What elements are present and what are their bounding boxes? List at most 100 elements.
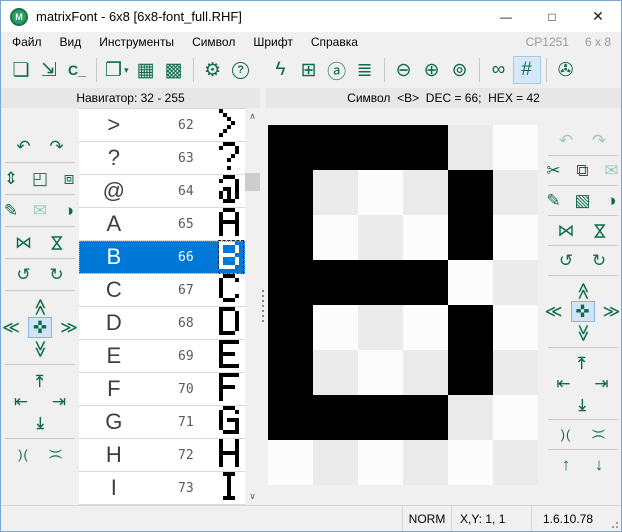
left-shift-down-button[interactable]: ≫ — [28, 338, 52, 359]
help-button[interactable]: ? — [227, 56, 255, 84]
right-sidebar: ↶ ↷ ✂ ⧉ ✉ ✎ ▧ ◑ ⋈ ⋈ ↺ ↻ — [544, 108, 621, 505]
menu-file[interactable]: Файл — [3, 35, 51, 49]
right-shift-up-button[interactable]: ≪ — [571, 280, 595, 301]
align-right-icon: ⇥ — [52, 392, 66, 412]
char-list-item[interactable]: F 70 — [79, 373, 245, 406]
right-shift-down-button[interactable]: ≫ — [571, 322, 595, 343]
left-invert-button[interactable]: ◑ — [57, 200, 81, 221]
scroll-down-icon[interactable]: ∨ — [245, 489, 260, 504]
char-height-button[interactable]: ⇕ — [0, 168, 23, 189]
status-bar: NORM X,Y: 1, 1 1.6.10.78 — [1, 505, 621, 531]
import-font-button[interactable]: ⇲ — [35, 56, 63, 84]
generate-button[interactable]: ϟ — [267, 56, 295, 84]
copy-button[interactable]: ⧉ — [571, 160, 595, 181]
left-flip-h-button[interactable]: ⋈ — [12, 232, 36, 253]
right-flip-h-button[interactable]: ⋈ — [554, 220, 578, 241]
char-list-item[interactable]: @ 64 — [79, 175, 245, 208]
right-squeeze-v-button[interactable]: )( — [587, 424, 611, 445]
left-align-right-button[interactable]: ⇥ — [47, 391, 71, 412]
open-font-button[interactable]: ❐▾ — [102, 56, 132, 84]
left-shift-up-button[interactable]: ≪ — [28, 296, 52, 317]
crop-button[interactable]: ◰ — [28, 168, 52, 189]
char-list-item[interactable]: C 67 — [79, 274, 245, 307]
right-align-left-button[interactable]: ⇤ — [552, 373, 576, 394]
char-map-button[interactable]: ⊞ — [295, 56, 323, 84]
left-align-left-button[interactable]: ⇤ — [9, 391, 33, 412]
new-from-code-button[interactable]: C_ — [63, 56, 91, 84]
next-char-button[interactable]: ↓ — [587, 454, 611, 475]
find-button[interactable]: ∞ — [485, 56, 513, 84]
right-redo-button[interactable]: ↷ — [587, 130, 611, 151]
preview-text-button[interactable]: ⓐ — [323, 56, 351, 84]
prev-char-button[interactable]: ↑ — [554, 454, 578, 475]
zoom-in-button[interactable]: ⊕ — [418, 56, 446, 84]
right-rotate-cw-button[interactable]: ↻ — [587, 250, 611, 271]
char-list-item[interactable]: A 65 — [79, 208, 245, 241]
right-shift-left-button[interactable]: ≪ — [542, 301, 566, 322]
right-paste-button[interactable]: ✉ — [600, 160, 622, 181]
char-list-item[interactable]: I 73 — [79, 472, 245, 505]
scroll-up-icon[interactable]: ∧ — [245, 109, 260, 124]
cut-button[interactable]: ✂ — [542, 160, 566, 181]
left-squeeze-v-button[interactable]: )( — [45, 444, 69, 465]
right-rotate-ccw-button[interactable]: ↺ — [554, 250, 578, 271]
menu-help[interactable]: Справка — [302, 35, 367, 49]
char-list-item[interactable]: ? 63 — [79, 142, 245, 175]
grid-toggle-button[interactable]: # — [513, 56, 541, 84]
new-font-button[interactable]: ❏ — [7, 56, 35, 84]
maximize-button[interactable]: □ — [529, 1, 575, 32]
right-align-right-button[interactable]: ⇥ — [590, 373, 614, 394]
left-rotate-ccw-button[interactable]: ↺ — [12, 264, 36, 285]
left-squeeze-h-button[interactable]: )( — [12, 444, 36, 465]
right-shift-right-button[interactable]: ≫ — [600, 301, 622, 322]
left-shift-left-button[interactable]: ≪ — [0, 317, 23, 338]
left-brush-button[interactable]: ✎ — [0, 200, 23, 221]
right-squeeze-h-button[interactable]: )( — [554, 424, 578, 445]
left-align-top-button[interactable]: ⇥ — [28, 370, 52, 391]
right-move-mode-button[interactable]: ✜ — [571, 301, 595, 322]
left-undo-button[interactable]: ↶ — [12, 136, 36, 157]
char-list-item[interactable]: D 68 — [79, 307, 245, 340]
zoom-fit-button[interactable]: ⊚ — [446, 56, 474, 84]
code-view-button[interactable]: ≣ — [351, 56, 379, 84]
left-redo-button[interactable]: ↷ — [45, 136, 69, 157]
list-scrollbar[interactable]: ∧ ∨ — [245, 108, 260, 505]
left-rotate-cw-button[interactable]: ↻ — [45, 264, 69, 285]
open-dropdown-icon[interactable]: ▾ — [124, 65, 129, 76]
save-as-button[interactable]: ▩ — [160, 56, 188, 84]
char-list-item[interactable]: G 71 — [79, 406, 245, 439]
right-brush-button[interactable]: ✎ — [542, 190, 566, 211]
left-move-mode-button[interactable]: ✜ — [28, 317, 52, 338]
left-flip-v-button[interactable]: ⋈ — [45, 232, 69, 253]
link-button[interactable]: ✇ — [552, 56, 580, 84]
resize-grip-icon[interactable] — [604, 506, 621, 531]
redo-icon: ↷ — [592, 131, 606, 151]
import-image-button[interactable]: ▧ — [571, 190, 595, 211]
menu-font[interactable]: Шрифт — [244, 35, 301, 49]
scrollbar-thumb[interactable] — [245, 173, 260, 191]
canvas-size-button[interactable]: ⧈ — [57, 168, 81, 189]
menu-symbol[interactable]: Символ — [183, 35, 244, 49]
char-list-item[interactable]: H 72 — [79, 439, 245, 472]
right-align-top-button[interactable]: ⇥ — [571, 352, 595, 373]
right-undo-button[interactable]: ↶ — [554, 130, 578, 151]
right-flip-v-button[interactable]: ⋈ — [587, 220, 611, 241]
char-list[interactable]: > 62 ? 63 @ 64 A 65 B 66 C 67 D 68 E 69 — [79, 108, 245, 505]
menu-tools[interactable]: Инструменты — [90, 35, 183, 49]
left-shift-right-button[interactable]: ≫ — [57, 317, 81, 338]
char-list-item[interactable]: E 69 — [79, 340, 245, 373]
right-align-bottom-button[interactable]: ⇥ — [571, 394, 595, 415]
sidebar-divider — [5, 226, 75, 227]
left-paste-button[interactable]: ✉ — [28, 200, 52, 221]
minimize-button[interactable]: — — [483, 1, 529, 32]
char-list-item[interactable]: > 62 — [79, 109, 245, 142]
zoom-out-button[interactable]: ⊖ — [390, 56, 418, 84]
pixel-canvas[interactable] — [268, 125, 538, 485]
right-invert-button[interactable]: ◑ — [600, 190, 622, 211]
menu-view[interactable]: Вид — [51, 35, 91, 49]
close-button[interactable]: ✕ — [575, 1, 621, 32]
left-align-bottom-button[interactable]: ⇥ — [28, 412, 52, 433]
save-font-button[interactable]: ▦ — [132, 56, 160, 84]
settings-button[interactable]: ⚙ — [199, 56, 227, 84]
char-list-item[interactable]: B 66 — [79, 241, 245, 274]
